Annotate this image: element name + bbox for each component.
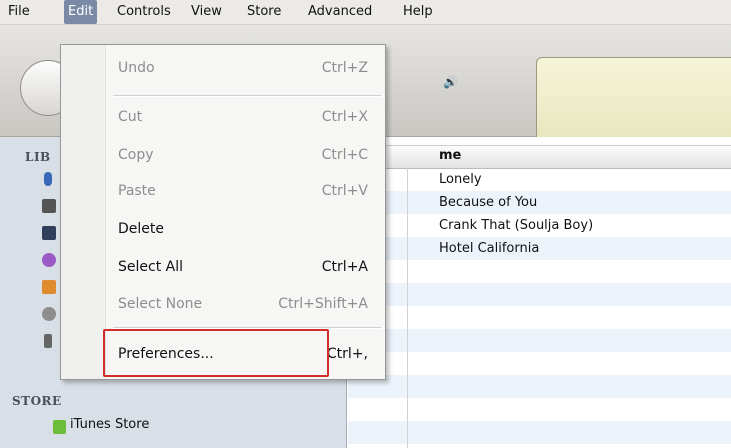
table-row-empty [348,352,731,375]
menu-help[interactable]: Help [399,0,437,24]
menu-item-cut[interactable]: Cut Ctrl+X [61,102,385,132]
track-name: Lonely [439,172,482,187]
sidebar-heading-library: LIB [25,150,51,164]
podcast-icon[interactable] [42,253,56,267]
table-row-empty [348,260,731,283]
menu-store[interactable]: Store [243,0,285,24]
table-row[interactable]: Hotel California [348,237,731,260]
track-name: Because of You [439,195,538,210]
menu-item-delete[interactable]: Delete [61,214,385,244]
menu-item-label: Cut [118,109,143,125]
radio-icon[interactable] [42,307,56,321]
table-row[interactable]: Crank That (Soulja Boy) [348,214,731,237]
track-name: Crank That (Soulja Boy) [439,218,594,233]
menu-item-shortcut: Ctrl+, [326,346,368,362]
menu-item-select-none[interactable]: Select None Ctrl+Shift+A [61,289,385,319]
menu-item-label: Paste [118,183,156,199]
menu-bar: File Edit Controls View Store Advanced H… [0,0,731,25]
menu-item-label: Delete [118,221,164,237]
sidebar-item-itunes-store[interactable]: iTunes Store [70,417,149,432]
table-row-empty [348,306,731,329]
movie-icon[interactable] [42,199,56,213]
app-icon[interactable] [44,334,52,348]
menu-icon-gutter [61,45,106,379]
menu-file[interactable]: File [4,0,34,24]
menu-separator [113,95,381,97]
table-row[interactable]: Because of You [348,191,731,214]
table-row-empty [348,329,731,352]
audiobook-icon[interactable] [42,280,56,294]
menu-advanced[interactable]: Advanced [304,0,376,24]
menu-item-shortcut: Ctrl+X [321,109,368,125]
menu-item-copy[interactable]: Copy Ctrl+C [61,140,385,170]
menu-item-shortcut: Ctrl+Shift+A [278,296,368,312]
menu-item-shortcut: Ctrl+V [321,183,368,199]
sidebar-heading-store: STORE [12,394,62,408]
table-row-empty [348,283,731,306]
menu-item-label: Select All [118,259,183,275]
menu-edit[interactable]: Edit [64,0,98,24]
tv-icon[interactable] [42,226,56,240]
list-header: me [348,145,731,169]
menu-item-shortcut: Ctrl+Z [321,60,368,76]
highlight-annotation [103,329,329,377]
menu-controls[interactable]: Controls [113,0,175,24]
menu-item-label: Select None [118,296,203,312]
menu-item-label: Copy [118,147,154,163]
menu-item-label: Undo [118,60,155,76]
music-note-icon[interactable] [44,172,52,186]
table-row-empty [348,398,731,421]
menu-item-shortcut: Ctrl+A [321,259,368,275]
menu-item-shortcut: Ctrl+C [321,147,368,163]
itunes-store-icon [53,420,66,434]
table-row[interactable]: Lonely [348,168,731,191]
table-row-empty [348,375,731,398]
track-list: me Lonely Because of You Crank That (Sou… [348,137,731,448]
speaker-icon: 🔊 [443,75,458,89]
track-name: Hotel California [439,241,540,256]
table-row-empty [348,421,731,444]
menu-item-paste[interactable]: Paste Ctrl+V [61,176,385,206]
column-header-name[interactable]: me [439,148,461,163]
menu-item-undo[interactable]: Undo Ctrl+Z [61,53,385,83]
column-divider [407,167,408,448]
menu-item-select-all[interactable]: Select All Ctrl+A [61,252,385,282]
menu-view[interactable]: View [187,0,226,24]
